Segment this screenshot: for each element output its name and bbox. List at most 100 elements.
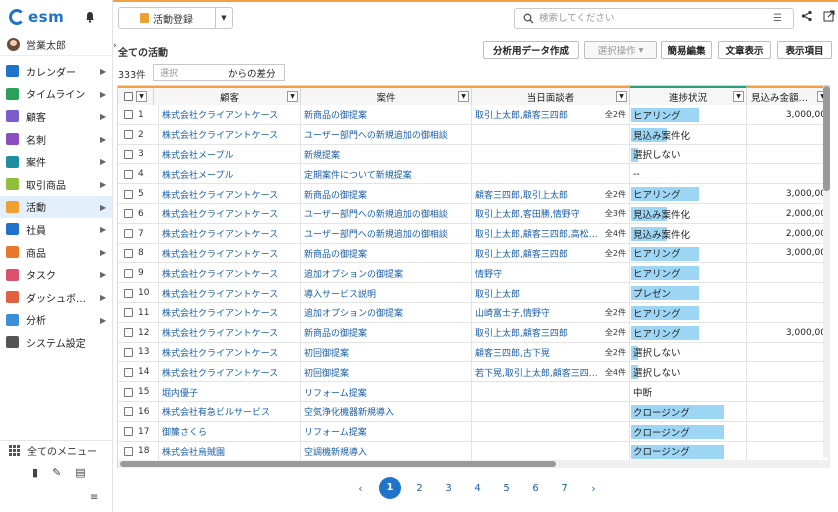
create-analysis-data-button[interactable]: 分析用データ作成 bbox=[483, 41, 579, 59]
table-row[interactable]: 4 株式会社メープル 定期案件について新規提案 -- bbox=[118, 164, 829, 185]
interviewee-cell[interactable]: 取引上太郎,顧客三四郎 全2件 bbox=[472, 322, 630, 343]
table-row[interactable]: 11 株式会社クライアントケース 追加オプションの御提案 山崎富士子,情野守 全2件 ヒア… bbox=[118, 303, 829, 323]
interviewee-cell[interactable]: 取引上太郎,顧客三四郎,高松… 全4件 bbox=[472, 223, 630, 244]
row-checkbox[interactable] bbox=[124, 169, 133, 179]
sidebar-item-product-deal[interactable]: 取引商品 ▶ bbox=[0, 173, 112, 196]
customer-link[interactable]: 株式会社クライアントケース bbox=[159, 322, 301, 343]
interviewee-names[interactable]: 顧客三四郎,取引上太郎 bbox=[475, 188, 568, 201]
interviewee-names[interactable]: 取引上太郎 bbox=[475, 287, 520, 300]
page-2-button[interactable]: 2 bbox=[405, 483, 434, 494]
interviewee-cell[interactable] bbox=[472, 382, 630, 402]
select-all-checkbox[interactable] bbox=[124, 92, 133, 101]
interviewee-cell[interactable] bbox=[472, 421, 630, 442]
interviewee-names[interactable]: 山崎富士子,情野守 bbox=[475, 306, 550, 319]
row-checkbox[interactable] bbox=[124, 367, 133, 377]
row-checkbox[interactable] bbox=[124, 268, 133, 278]
customer-sort-dropdown[interactable]: ▼ bbox=[287, 91, 298, 102]
table-row[interactable]: 9 株式会社クライアントケース 追加オプションの御提案 情野守 ヒアリング bbox=[118, 263, 829, 284]
row-checkbox[interactable] bbox=[124, 189, 133, 199]
deal-link[interactable]: リフォーム提案 bbox=[301, 382, 472, 402]
row-checkbox[interactable] bbox=[124, 110, 133, 120]
interviewee-cell[interactable] bbox=[472, 124, 630, 145]
interviewee-cell[interactable]: 情野守 bbox=[472, 263, 630, 284]
customer-link[interactable]: 株式会社クライアントケース bbox=[159, 342, 301, 363]
table-row[interactable]: 1 株式会社クライアントケース 新商品の御提案 取引上太郎,顧客三四郎 全2件 ヒアリング… bbox=[118, 105, 829, 125]
row-checkbox[interactable] bbox=[124, 446, 133, 456]
deal-link[interactable]: 導入サービス説明 bbox=[301, 283, 472, 303]
header-status[interactable]: 進捗状況 ▼ bbox=[630, 86, 747, 105]
row-checkbox[interactable] bbox=[124, 248, 133, 258]
sidebar-item-analysis[interactable]: 分析 ▶ bbox=[0, 309, 112, 332]
table-row[interactable]: 12 株式会社クライアントケース 新商品の御提案 取引上太郎,顧客三四郎 全2件 ヒアリン… bbox=[118, 322, 829, 343]
customer-link[interactable]: 株式会社クライアントケース bbox=[159, 303, 301, 323]
status-sort-dropdown[interactable]: ▼ bbox=[733, 91, 744, 102]
table-row[interactable]: 14 株式会社クライアントケース 初回御提案 若下晃,取引上太郎,顧客三四… 全4件 選択… bbox=[118, 362, 829, 383]
row-checkbox[interactable] bbox=[124, 427, 133, 437]
row-checkbox[interactable] bbox=[124, 407, 133, 417]
interviewee-names[interactable]: 取引上太郎,客田勝,情野守 bbox=[475, 207, 580, 220]
row-checkbox[interactable] bbox=[124, 209, 133, 219]
header-interviewee[interactable]: 当日面談者 ▼ bbox=[472, 88, 630, 105]
simple-edit-button[interactable]: 簡易編集 bbox=[661, 41, 712, 59]
interviewee-cell[interactable]: 若下晃,取引上太郎,顧客三四… 全4件 bbox=[472, 362, 630, 383]
prev-page-icon[interactable]: ‹ bbox=[346, 482, 375, 495]
interviewee-names[interactable]: 取引上太郎,顧客三四郎,高松… bbox=[475, 227, 598, 240]
page-4-button[interactable]: 4 bbox=[463, 483, 492, 494]
interviewee-cell[interactable]: 取引上太郎,顧客三四郎 全2件 bbox=[472, 243, 630, 264]
interviewee-cell[interactable] bbox=[472, 441, 630, 462]
row-checkbox[interactable] bbox=[124, 130, 133, 140]
sidebar-item-customer[interactable]: 顧客 ▶ bbox=[0, 105, 112, 128]
customer-link[interactable]: 株式会社クライアントケース bbox=[159, 362, 301, 383]
deal-link[interactable]: 定期案件について新規提案 bbox=[301, 164, 472, 185]
deal-link[interactable]: 初回御提案 bbox=[301, 362, 472, 383]
deal-link[interactable]: 新規提案 bbox=[301, 144, 472, 165]
interviewee-names[interactable]: 取引上太郎,顧客三四郎 bbox=[475, 326, 568, 339]
bell-icon[interactable] bbox=[84, 11, 96, 23]
interviewee-names[interactable]: 取引上太郎,顧客三四郎 bbox=[475, 108, 568, 121]
wrench-icon[interactable]: ✎ bbox=[52, 466, 61, 479]
select-operation-button[interactable]: 選択操作 ▾ bbox=[584, 41, 657, 59]
sidebar-item-activity[interactable]: 活動 ▶ bbox=[0, 195, 112, 219]
row-checkbox[interactable] bbox=[124, 328, 133, 338]
deal-link[interactable]: 初回御提案 bbox=[301, 342, 472, 363]
row-checkbox[interactable] bbox=[124, 229, 133, 239]
customer-link[interactable]: 株式会社クライアントケース bbox=[159, 283, 301, 303]
header-deal[interactable]: 案件 ▼ bbox=[301, 88, 472, 105]
expand-chevron-icon[interactable]: › bbox=[113, 41, 117, 51]
interviewee-cell[interactable]: 取引上太郎 bbox=[472, 283, 630, 303]
sidebar-item-gear[interactable]: システム設定 bbox=[0, 331, 112, 354]
header-select-all[interactable]: ▼ bbox=[118, 88, 154, 105]
page-5-button[interactable]: 5 bbox=[492, 483, 521, 494]
film-icon[interactable]: ▤ bbox=[75, 466, 85, 479]
page-3-button[interactable]: 3 bbox=[434, 483, 463, 494]
customer-link[interactable]: 株式会社クライアントケース bbox=[159, 263, 301, 284]
table-row[interactable]: 13 株式会社クライアントケース 初回御提案 顧客三四郎,古下晃 全2件 選択しない bbox=[118, 342, 829, 363]
sidebar-item-deal[interactable]: 案件 ▶ bbox=[0, 150, 112, 173]
table-row[interactable]: 15 堀内優子 リフォーム提案 中断 bbox=[118, 382, 829, 402]
share-icon[interactable] bbox=[801, 10, 813, 22]
row-checkbox[interactable] bbox=[124, 288, 133, 298]
row-checkbox[interactable] bbox=[124, 387, 133, 397]
deal-link[interactable]: 新商品の御提案 bbox=[301, 322, 472, 343]
table-row[interactable]: 10 株式会社クライアントケース 導入サービス説明 取引上太郎 プレゼン bbox=[118, 283, 829, 303]
customer-link[interactable]: 堀内優子 bbox=[159, 382, 301, 402]
customer-link[interactable]: 株式会社有急ビルサービス bbox=[159, 402, 301, 422]
external-link-icon[interactable] bbox=[823, 10, 835, 22]
select-all-dropdown[interactable]: ▼ bbox=[136, 91, 147, 102]
interviewee-cell[interactable]: 顧客三四郎,古下晃 全2件 bbox=[472, 342, 630, 363]
deal-link[interactable]: 追加オプションの御提案 bbox=[301, 263, 472, 284]
deal-link[interactable]: ユーザー部門への新規追加の御相談 bbox=[301, 223, 472, 244]
interviewee-names[interactable]: 情野守 bbox=[475, 267, 502, 280]
row-checkbox[interactable] bbox=[124, 308, 133, 318]
diff-select[interactable]: 選択 からの差分 bbox=[153, 64, 285, 81]
all-menu-button[interactable]: 全てのメニュー bbox=[0, 440, 113, 460]
interviewee-cell[interactable] bbox=[472, 144, 630, 165]
table-row[interactable]: 18 株式会社烏賊園 空調機新規導入 クロージング bbox=[118, 441, 829, 462]
horizontal-scrollbar[interactable] bbox=[118, 460, 830, 468]
sidebar-item-employee[interactable]: 社員 ▶ bbox=[0, 218, 112, 241]
deal-link[interactable]: ユーザー部門への新規追加の御相談 bbox=[301, 204, 472, 224]
sidebar-item-item[interactable]: 商品 ▶ bbox=[0, 241, 112, 264]
next-page-icon[interactable]: › bbox=[579, 482, 608, 495]
customer-link[interactable]: 株式会社クライアントケース bbox=[159, 124, 301, 145]
interviewee-names[interactable]: 顧客三四郎,古下晃 bbox=[475, 346, 550, 359]
